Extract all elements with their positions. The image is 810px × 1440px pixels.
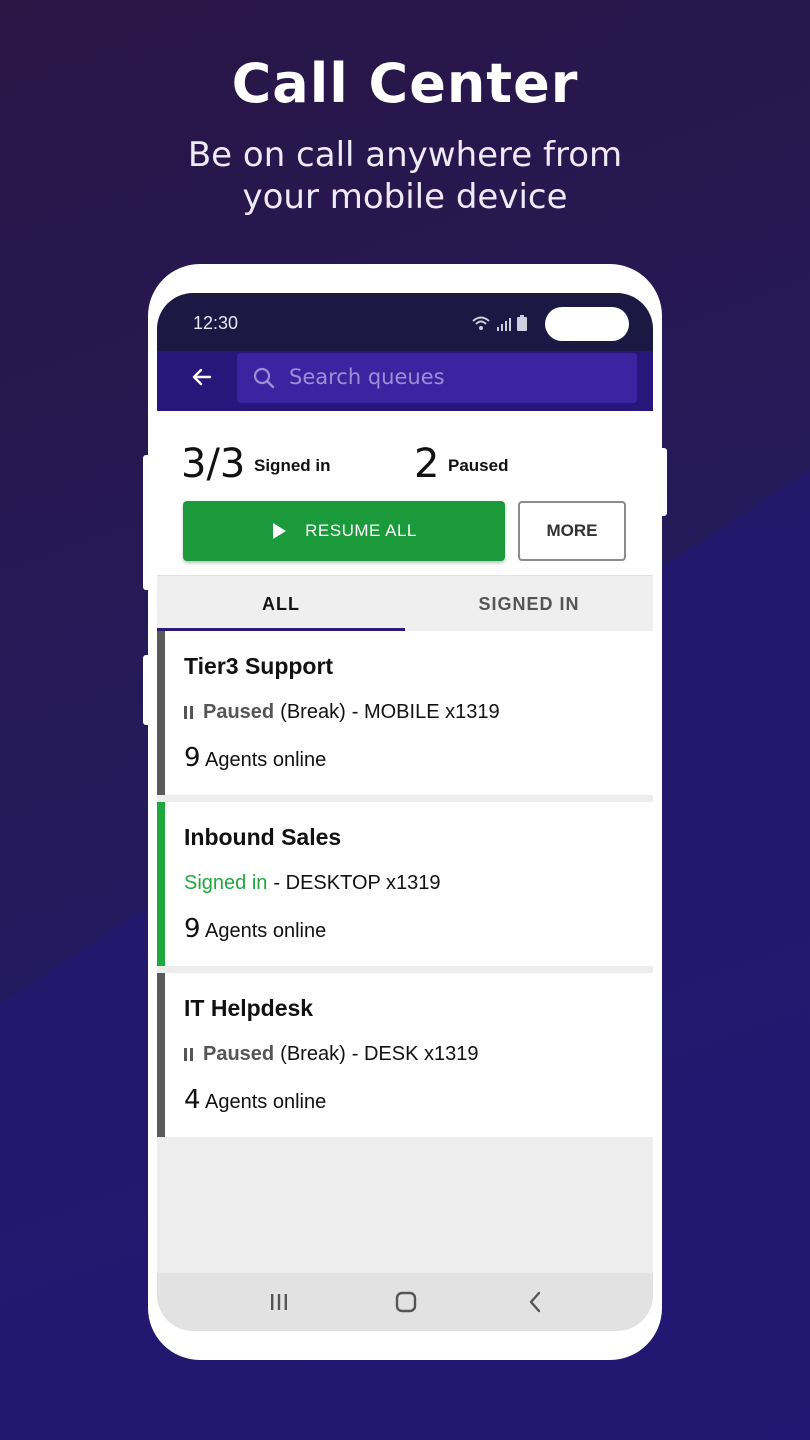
arrow-left-icon[interactable] <box>187 365 217 395</box>
queue-status: Signed in - DESKTOP x1319 <box>184 872 441 895</box>
pause-icon <box>184 706 193 719</box>
recents-icon[interactable] <box>259 1287 299 1317</box>
home-icon[interactable] <box>386 1287 426 1317</box>
queue-agents: 4 Agents online <box>184 1085 326 1115</box>
queue-status-bar <box>157 631 165 795</box>
agents-label: Agents online <box>205 1091 327 1113</box>
signed-in-count: 3/3 <box>181 441 246 487</box>
queue-status-bar <box>157 973 165 1137</box>
queue-status: Paused (Break) - MOBILE x1319 <box>184 701 500 724</box>
more-button[interactable]: MORE <box>518 501 626 561</box>
resume-all-label: RESUME ALL <box>305 521 417 540</box>
search-input[interactable]: Search queues <box>237 353 637 403</box>
status-time: 12:30 <box>193 313 239 333</box>
agents-label: Agents online <box>205 920 327 942</box>
queue-device: - MOBILE x1319 <box>351 701 500 723</box>
wifi-icon <box>472 316 490 330</box>
resume-all-button[interactable]: RESUME ALL <box>183 501 505 561</box>
queue-device: - DESKTOP x1319 <box>273 872 441 894</box>
queue-name: IT Helpdesk <box>184 995 314 1021</box>
play-icon <box>273 523 287 539</box>
signal-icon <box>497 318 511 331</box>
queue-status-text: Paused <box>203 1043 275 1065</box>
promo-title: Call Center <box>231 52 579 115</box>
battery-icon <box>517 315 527 331</box>
agents-count: 9 <box>184 914 201 944</box>
status-bar: 12:30 <box>157 293 653 351</box>
agents-count: 9 <box>184 743 201 773</box>
queue-status-text: Signed in <box>184 872 268 894</box>
search-placeholder: Search queues <box>289 365 445 389</box>
queue-name: Tier3 Support <box>184 653 334 679</box>
queue-status-bar <box>157 802 165 966</box>
queue-card-it-helpdesk[interactable]: IT Helpdesk Paused (Break) - DESK x1319 … <box>157 973 653 1137</box>
promo-subtitle: Be on call anywhere from your mobile dev… <box>0 134 810 218</box>
queue-status-reason: (Break) <box>280 701 346 723</box>
paused-count: 2 <box>414 441 440 487</box>
queue-name: Inbound Sales <box>184 824 342 850</box>
queue-agents: 9 Agents online <box>184 743 326 773</box>
app-bar: Search queues <box>157 351 653 411</box>
tab-signed-in[interactable]: SIGNED IN <box>405 576 653 632</box>
back-nav-icon[interactable] <box>515 1287 555 1317</box>
camera-pill <box>545 307 629 341</box>
tab-bar: ALL SIGNED IN <box>157 575 653 632</box>
agents-label: Agents online <box>205 749 327 771</box>
signed-in-label: Signed in <box>254 456 331 475</box>
promo-subtitle-line1: Be on call anywhere from <box>187 135 623 175</box>
queue-card-tier3-support[interactable]: Tier3 Support Paused (Break) - MOBILE x1… <box>157 631 653 795</box>
summary-panel: 3/3 Signed in 2 Paused RESUME ALL MORE <box>157 411 653 575</box>
promo-subtitle-line2: your mobile device <box>242 177 568 217</box>
tab-all[interactable]: ALL <box>157 576 405 632</box>
queue-agents: 9 Agents online <box>184 914 326 944</box>
agents-count: 4 <box>184 1085 201 1115</box>
pause-icon <box>184 1048 193 1061</box>
search-icon <box>253 367 275 389</box>
system-nav-bar <box>157 1273 653 1331</box>
paused-label: Paused <box>448 456 509 475</box>
queue-device: - DESK x1319 <box>351 1043 479 1065</box>
queue-card-inbound-sales[interactable]: Inbound Sales Signed in - DESKTOP x1319 … <box>157 802 653 966</box>
queue-status-text: Paused <box>203 701 275 723</box>
phone-screen: 12:30 Search queues 3/3 Signed in 2 Paus… <box>157 293 653 1331</box>
queue-status-reason: (Break) <box>280 1043 346 1065</box>
queue-status: Paused (Break) - DESK x1319 <box>184 1043 478 1066</box>
status-icons <box>471 315 527 331</box>
